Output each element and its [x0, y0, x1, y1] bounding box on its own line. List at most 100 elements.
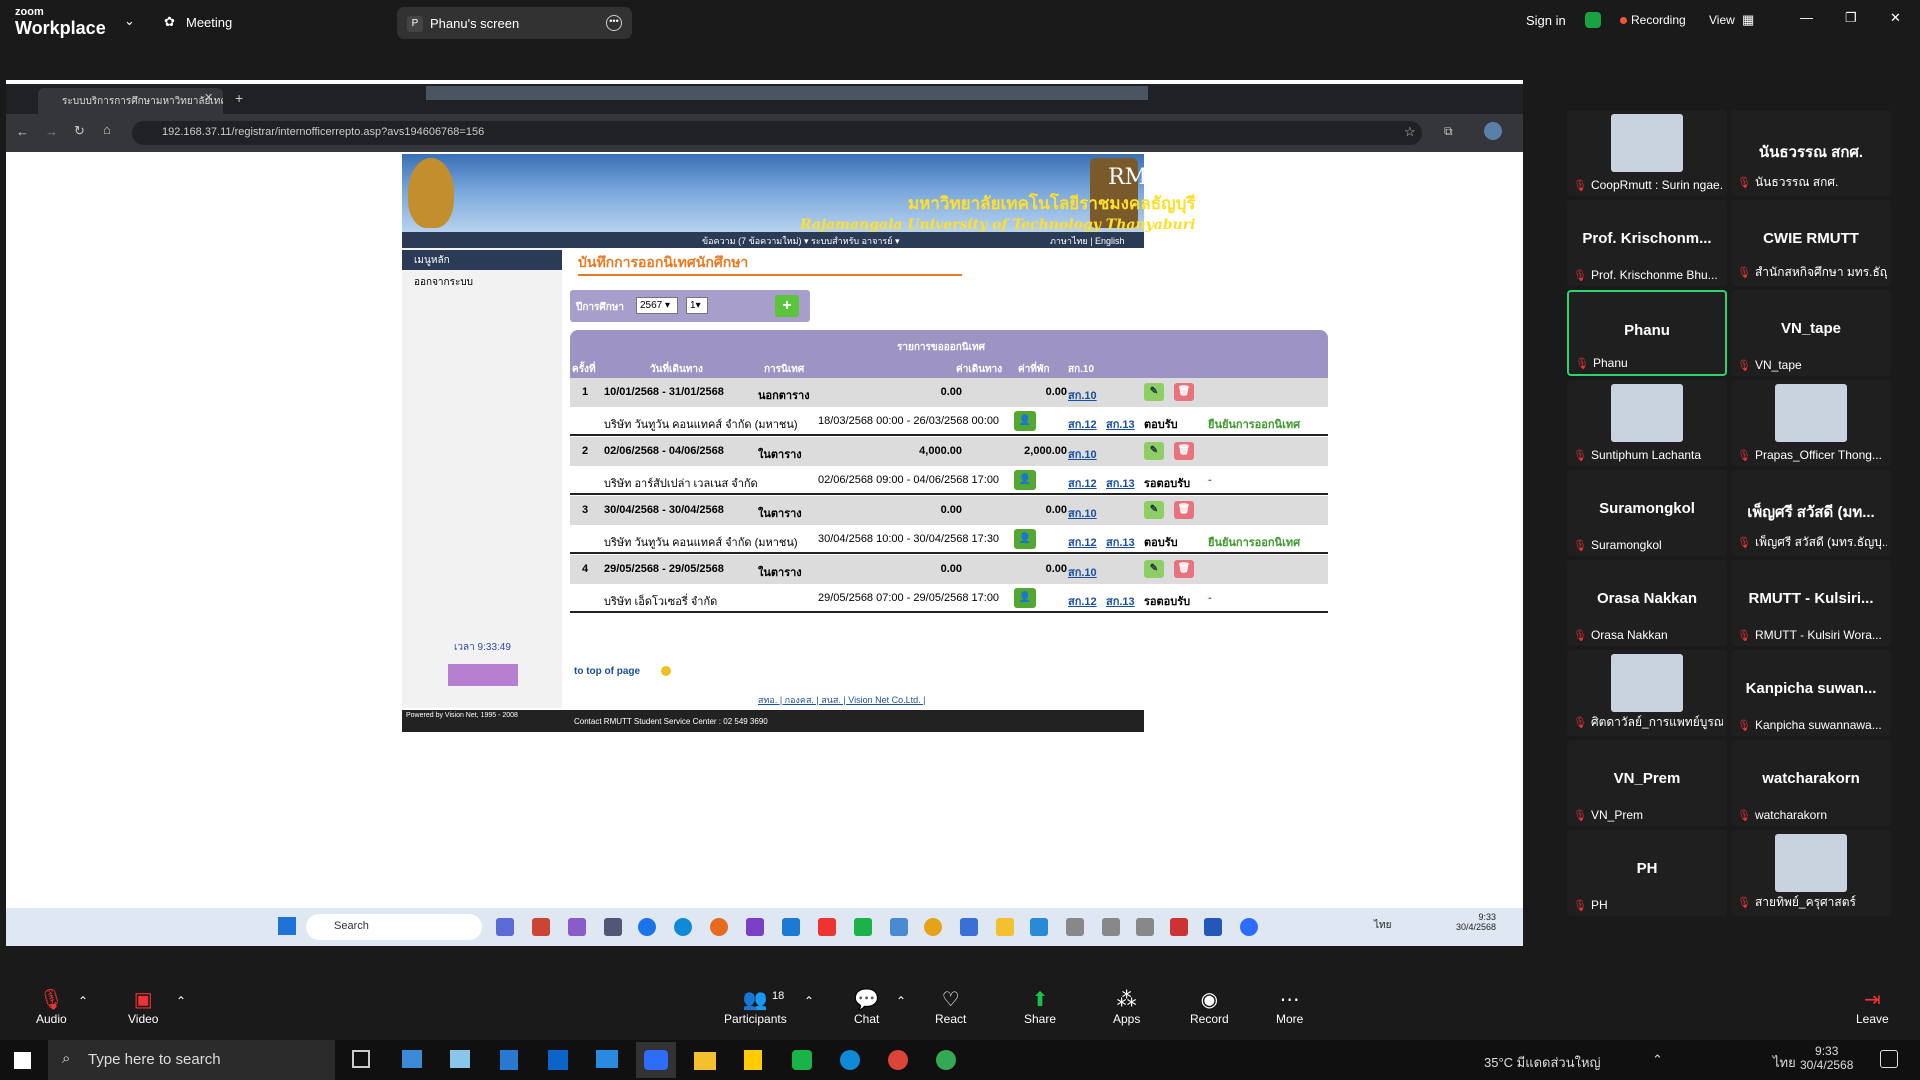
participant-tile[interactable]: Kanpicha suwan... 🎙 Kanpicha suwannawa... [1731, 650, 1891, 736]
app-icon[interactable] [960, 918, 978, 936]
apps-button[interactable]: ⁂ Apps [1113, 988, 1140, 1026]
line-icon[interactable] [792, 1050, 812, 1070]
mail-icon[interactable] [596, 1050, 618, 1068]
reload-icon[interactable]: ↻ [74, 123, 85, 139]
app-icon[interactable] [532, 918, 550, 936]
participant-tile[interactable]: Orasa Nakkan 🎙 Orasa Nakkan [1567, 560, 1727, 646]
site-menu-left[interactable]: ข้อความ (7 ข้อความใหม่) ▾ ระบบสำหรับ อาจ… [702, 234, 900, 248]
people-icon[interactable]: 👤 [1014, 411, 1036, 431]
remote-language[interactable]: ไทย [1374, 918, 1391, 933]
form12-link[interactable]: สก.12 [1068, 474, 1097, 492]
shield-icon[interactable] [1585, 12, 1601, 28]
windows-start-icon[interactable] [14, 1052, 31, 1069]
browser-tab[interactable]: ระบบบริการการศึกษามหาวิทยาลัยเทคโน [38, 88, 223, 114]
minimize-icon[interactable]: — [1800, 10, 1813, 25]
app-icon[interactable] [1102, 918, 1120, 936]
audio-options-icon[interactable]: ⌃ [78, 994, 88, 1008]
more-icon[interactable]: ••• [606, 15, 622, 31]
nav-main-menu[interactable]: เมนูหลัก [402, 250, 562, 270]
language-indicator[interactable]: ไทย [1773, 1052, 1796, 1073]
participant-tile[interactable]: watcharakorn 🎙 watcharakorn [1731, 740, 1891, 826]
view-button[interactable]: View [1709, 13, 1735, 27]
store-icon[interactable] [548, 1050, 568, 1070]
to-top-link[interactable]: to top of page [574, 666, 640, 677]
sign-in-button[interactable]: Sign in [1526, 13, 1566, 28]
edit-icon[interactable]: ✎ [1144, 560, 1164, 578]
firefox-icon[interactable] [710, 918, 728, 936]
edge-icon[interactable] [840, 1050, 860, 1070]
participant-tile[interactable]: PH 🎙 PH [1567, 830, 1727, 916]
edit-icon[interactable]: ✎ [1144, 442, 1164, 460]
recording-label[interactable]: Recording [1631, 13, 1686, 27]
back-icon[interactable]: ← [16, 124, 29, 139]
share-button[interactable]: ⬆ Share [1024, 988, 1056, 1026]
word-icon[interactable] [1204, 918, 1222, 936]
edit-icon[interactable]: ✎ [1144, 501, 1164, 519]
video-button[interactable]: ▣ Video [128, 988, 158, 1026]
participant-tile[interactable]: Phanu 🎙 Phanu [1567, 290, 1727, 376]
app-icon[interactable] [1170, 918, 1188, 936]
remote-search-box[interactable]: Search [306, 914, 482, 940]
term-select[interactable]: 1▾ [686, 297, 708, 314]
app-icon[interactable] [450, 1050, 470, 1068]
close-icon[interactable]: ✕ [1890, 10, 1901, 26]
app-icon[interactable] [1066, 918, 1084, 936]
year-select[interactable]: 2567 ▾ [636, 297, 678, 314]
leave-button[interactable]: ⇥ Leave [1856, 988, 1889, 1026]
chat-options-icon[interactable]: ⌃ [896, 994, 906, 1008]
participant-tile[interactable]: VN_tape 🎙 VN_tape [1731, 290, 1891, 376]
delete-icon[interactable]: 🗑 [1174, 383, 1194, 401]
edge-icon[interactable] [674, 918, 692, 936]
app-icon[interactable] [1030, 918, 1048, 936]
participant-tile[interactable]: 🎙 ศิตดาวัลย์_การแพทย์บูรณ... [1567, 650, 1727, 736]
forward-icon[interactable]: → [45, 124, 58, 139]
nav-logout[interactable]: ออกจากระบบ [402, 272, 562, 292]
new-tab-icon[interactable]: + [235, 90, 243, 106]
participant-tile[interactable]: 🎙 CoopRmutt : Surin ngae... [1567, 110, 1727, 196]
vscode-icon[interactable] [782, 918, 800, 936]
extensions-icon[interactable]: ⧉ [1444, 124, 1453, 139]
form10-link[interactable]: สก.10 [1068, 386, 1097, 404]
audio-button[interactable]: 🎙 Audio [36, 988, 67, 1026]
teams-icon[interactable] [496, 918, 514, 936]
people-icon[interactable]: 👤 [1014, 529, 1036, 549]
participant-tile[interactable]: 🎙 Suntiphum Lachanta [1567, 380, 1727, 466]
share-indicator[interactable]: P Phanu's screen ••• [397, 7, 632, 39]
chevron-down-icon[interactable]: ⌄ [124, 13, 135, 29]
participant-tile[interactable]: 🎙 สายทิพย์_ครุศาสตร์ [1731, 830, 1891, 916]
language-switch[interactable]: ภาษาไทย | English [1050, 234, 1125, 248]
form13-link[interactable]: สก.13 [1106, 474, 1135, 492]
taskbar-search[interactable]: Type here to search [48, 1040, 335, 1080]
tray-up-icon[interactable]: ⌃ [1652, 1052, 1663, 1068]
participant-tile[interactable]: VN_Prem 🎙 VN_Prem [1567, 740, 1727, 826]
address-bar[interactable]: 192.168.37.11/registrar/internofficerrep… [132, 121, 1422, 145]
edit-icon[interactable]: ✎ [1144, 383, 1164, 401]
people-icon[interactable]: 👤 [1014, 470, 1036, 490]
home-icon[interactable]: ⌂ [103, 122, 111, 137]
form13-link[interactable]: สก.13 [1106, 533, 1135, 551]
form12-link[interactable]: สก.12 [1068, 592, 1097, 610]
restore-icon[interactable]: ❐ [1845, 10, 1857, 26]
form12-link[interactable]: สก.12 [1068, 415, 1097, 433]
app-icon[interactable] [402, 1050, 422, 1068]
form10-link[interactable]: สก.10 [1068, 563, 1097, 581]
folder-icon[interactable] [996, 918, 1014, 936]
participants-options-icon[interactable]: ⌃ [804, 994, 814, 1008]
tab-close-icon[interactable]: ✕ [204, 91, 213, 104]
form13-link[interactable]: สก.13 [1106, 415, 1135, 433]
delete-icon[interactable]: 🗑 [1174, 442, 1194, 460]
add-button[interactable]: + [775, 295, 799, 317]
app-icon[interactable] [744, 1050, 762, 1070]
zoom-icon[interactable] [1240, 918, 1258, 936]
form10-link[interactable]: สก.10 [1068, 504, 1097, 522]
task-view-icon[interactable] [352, 1050, 370, 1068]
participant-tile[interactable]: RMUTT - Kulsiri... 🎙 RMUTT - Kulsiri Wora.… [1731, 560, 1891, 646]
windows-start-icon[interactable] [278, 917, 296, 935]
zoom-taskbar-button[interactable] [636, 1042, 676, 1078]
profile-icon[interactable] [1484, 122, 1502, 140]
form12-link[interactable]: สก.12 [1068, 533, 1097, 551]
form13-link[interactable]: สก.13 [1106, 592, 1135, 610]
record-button[interactable]: ◉ Record [1190, 988, 1229, 1026]
chrome-icon[interactable] [888, 1050, 908, 1070]
star-icon[interactable]: ☆ [1404, 124, 1416, 140]
